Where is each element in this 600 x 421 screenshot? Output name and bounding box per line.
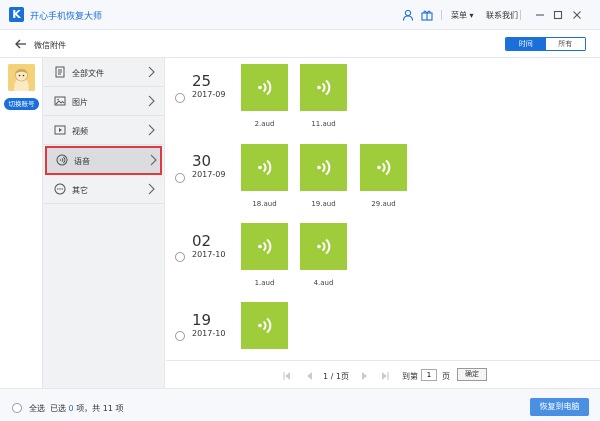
audio-file-tile[interactable] (241, 302, 288, 349)
group-day: 02 (192, 232, 212, 250)
group-select-radio[interactable] (175, 331, 185, 341)
audio-wave-icon (258, 159, 272, 176)
back-arrow-icon[interactable] (14, 37, 28, 51)
first-page-icon[interactable] (282, 371, 292, 381)
more-icon (54, 183, 66, 195)
file-name: 29.aud (371, 200, 396, 208)
audio-file-tile[interactable] (241, 223, 288, 270)
close-icon[interactable] (570, 8, 584, 22)
group-year-month: 2017-09 (192, 90, 226, 99)
audio-wave-icon (258, 238, 272, 255)
divider (441, 10, 442, 20)
audio-wave-icon (317, 79, 331, 96)
selected-prefix: 已选 (50, 404, 66, 413)
next-page-icon[interactable] (359, 371, 369, 381)
category-sidebar: 全部文件 图片 视频 语音 其它 (43, 58, 165, 388)
group-year-month: 2017-10 (192, 329, 226, 338)
file-name: 11.aud (311, 120, 336, 128)
tab-by-time[interactable]: 时间 (506, 38, 546, 50)
selected-suffix: 项，共 11 项 (76, 404, 124, 413)
select-all-radio[interactable] (12, 403, 22, 413)
sub-header: 微信附件 时间 所有 (0, 30, 600, 58)
page-number-input[interactable] (421, 369, 437, 381)
group-select-radio[interactable] (175, 93, 185, 103)
chevron-right-icon (146, 66, 156, 78)
avatar (8, 64, 35, 91)
prev-page-icon[interactable] (305, 371, 315, 381)
gift-icon[interactable] (421, 9, 433, 21)
category-videos[interactable]: 视频 (43, 116, 164, 145)
audio-file-tile[interactable] (300, 223, 347, 270)
view-mode-toggle: 时间 所有 (505, 37, 586, 51)
last-page-icon[interactable] (380, 371, 390, 381)
category-label: 其它 (72, 186, 88, 195)
audio-file-tile[interactable] (360, 144, 407, 191)
page-indicator: 1 / 1页 (323, 372, 349, 381)
chevron-right-icon (146, 95, 156, 107)
maximize-icon[interactable] (551, 8, 565, 22)
group-day: 25 (192, 72, 212, 90)
file-name: 19.aud (311, 200, 336, 208)
file-name: 18.aud (252, 200, 277, 208)
page-title: 微信附件 (34, 41, 66, 50)
file-grid: 25 2017-09 2.aud 11.aud 30 2017-09 18.au… (166, 58, 600, 360)
divider (520, 10, 521, 20)
group-year-month: 2017-09 (192, 170, 226, 179)
audio-wave-icon (377, 159, 391, 176)
select-all-label[interactable]: 全选 (29, 403, 45, 414)
selection-summary: 已选 0 项，共 11 项 (50, 403, 123, 414)
video-icon (54, 124, 66, 136)
account-panel: 切换账号 (0, 58, 43, 388)
group-year-month: 2017-10 (192, 250, 226, 259)
audio-icon (56, 154, 68, 166)
category-label: 图片 (72, 98, 88, 107)
category-label: 视频 (72, 127, 88, 136)
image-icon (54, 95, 66, 107)
group-day: 19 (192, 311, 212, 329)
category-all-files[interactable]: 全部文件 (43, 58, 164, 87)
category-label: 全部文件 (72, 69, 104, 78)
app-logo: K (9, 7, 24, 22)
group-select-radio[interactable] (175, 252, 185, 262)
app-title: 开心手机恢复大师 (30, 12, 103, 22)
file-name: 1.aud (254, 279, 275, 287)
audio-wave-icon (258, 79, 272, 96)
file-name: 2.aud (254, 120, 275, 128)
group-select-radio[interactable] (175, 173, 185, 183)
audio-file-tile[interactable] (241, 144, 288, 191)
page-label: 页 (442, 372, 450, 381)
chevron-right-icon (148, 154, 158, 166)
title-bar: K 开心手机恢复大师 菜单 ▾ 联系我们 (0, 0, 600, 30)
minimize-icon[interactable] (533, 8, 547, 22)
tab-all[interactable]: 所有 (545, 38, 585, 50)
audio-file-tile[interactable] (300, 64, 347, 111)
audio-wave-icon (317, 238, 331, 255)
menu-label: 菜单 (451, 11, 467, 20)
audio-wave-icon (258, 317, 272, 334)
confirm-page-button[interactable]: 确定 (457, 368, 487, 381)
document-icon (54, 66, 66, 78)
goto-label: 到第 (402, 372, 418, 381)
chevron-right-icon (146, 183, 156, 195)
audio-file-tile[interactable] (241, 64, 288, 111)
selected-count: 0 (68, 404, 74, 413)
category-images[interactable]: 图片 (43, 87, 164, 116)
footer-bar: 全选 已选 0 项，共 11 项 恢复到电脑 (0, 388, 600, 421)
audio-wave-icon (317, 159, 331, 176)
recover-to-pc-button[interactable]: 恢复到电脑 (530, 398, 589, 416)
category-other[interactable]: 其它 (43, 175, 164, 204)
audio-file-tile[interactable] (300, 144, 347, 191)
category-label: 语音 (74, 157, 90, 166)
user-icon[interactable] (402, 9, 414, 21)
group-day: 30 (192, 152, 212, 170)
contact-us-link[interactable]: 联系我们 (486, 10, 518, 21)
file-name: 4.aud (313, 279, 334, 287)
menu-button[interactable]: 菜单 ▾ (451, 10, 474, 21)
category-voice[interactable]: 语音 (45, 146, 162, 175)
switch-account-button[interactable]: 切换账号 (4, 98, 39, 110)
chevron-right-icon (146, 124, 156, 136)
pagination: 1 / 1页 到第 页 确定 (166, 360, 600, 388)
